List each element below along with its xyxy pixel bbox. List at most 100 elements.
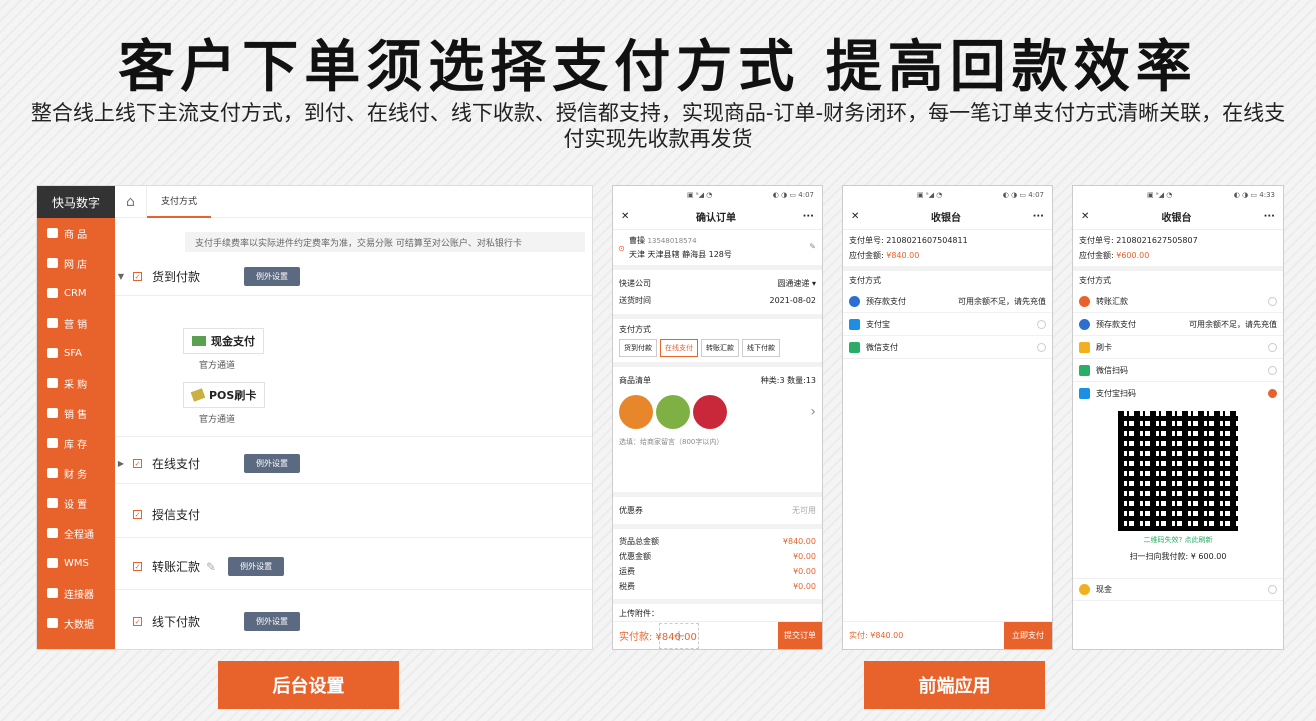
sidebar-item[interactable]: 设 置 <box>37 488 115 518</box>
sidebar-item[interactable]: 库 存 <box>37 428 115 458</box>
method-deposit[interactable]: 预存款支付 可用余额不足，请先充值 <box>843 290 1052 313</box>
method-wechat[interactable]: 微信支付 <box>843 336 1052 359</box>
chip-online[interactable]: 在线支付 <box>660 339 698 357</box>
order-number: 支付单号: 2108021627505807 <box>1079 236 1198 245</box>
screen-title: 确认订单 <box>695 213 736 224</box>
summary-row: 税费 ¥0.00 <box>619 582 816 591</box>
sidebar-item-label: 销 售 <box>64 409 88 421</box>
pay-method-label: 支付方式 <box>619 325 651 334</box>
sidebar-item[interactable]: 网 店 <box>37 248 115 278</box>
method-alipay[interactable]: 支付宝 <box>843 313 1052 336</box>
menu-icon <box>47 558 58 568</box>
summary-row: 优惠金额 ¥0.00 <box>619 552 816 561</box>
menu-icon <box>47 348 58 358</box>
exception-button[interactable]: 例外设置 <box>244 454 300 473</box>
more-icon[interactable]: ··· <box>1033 211 1044 222</box>
location-icon: ⊙ <box>618 244 625 253</box>
alipay-icon <box>1079 388 1090 399</box>
chevron-right-icon[interactable]: › <box>810 404 816 420</box>
group-transfer: ✓ 转账汇款 ✎ 例外设置 <box>115 544 592 590</box>
sidebar-item[interactable]: WMS <box>37 548 115 578</box>
group-label: 转账汇款 <box>152 560 201 574</box>
sidebar-item[interactable]: SFA <box>37 338 115 368</box>
top-bar: ⌂ 支付方式 <box>115 186 592 218</box>
more-icon[interactable]: ··· <box>1264 211 1275 222</box>
menu-icon <box>47 318 58 328</box>
exception-button[interactable]: 例外设置 <box>244 267 300 286</box>
sidebar-item[interactable]: 销 售 <box>37 398 115 428</box>
delivery-date[interactable]: 送货时间 2021-08-02 <box>619 292 816 309</box>
edit-icon[interactable]: ✎ <box>206 560 216 574</box>
total-amount: 实付款: ¥840.00 <box>619 632 697 643</box>
sidebar-item-label: 连接器 <box>64 589 94 601</box>
group-online: ▶ ✓ 在线支付 例外设置 <box>115 444 592 484</box>
exception-button[interactable]: 例外设置 <box>244 611 300 631</box>
close-icon[interactable]: ✕ <box>1081 211 1089 222</box>
sidebar-item-label: 营 销 <box>64 319 88 331</box>
sidebar-item-label: 采 购 <box>64 379 88 391</box>
wechat-icon <box>849 341 860 353</box>
wechat-icon <box>1079 364 1090 376</box>
cash-payment[interactable]: 现金支付 官方通道 <box>183 328 264 371</box>
sidebar-item-label: SFA <box>64 347 83 359</box>
qr-code <box>1118 411 1238 531</box>
sidebar-item-label: CRM <box>64 287 87 299</box>
close-icon[interactable]: ✕ <box>621 211 629 222</box>
status-bar: ▣ ᵃ◢ ◔ ◐ ◑ ▭ 4:33 <box>1147 191 1275 199</box>
sidebar-item[interactable]: 连接器 <box>37 578 115 608</box>
sidebar-item[interactable]: 全程通 <box>37 518 115 548</box>
payment-settings: 支付手续费率以实际进件约定费率为准，交易分账 可结算至对公账户、对私银行卡 ▼ … <box>115 218 592 649</box>
method-wechat-scan[interactable]: 微信扫码 <box>1073 359 1283 382</box>
chip-cod[interactable]: 货到付款 <box>619 339 657 357</box>
chip-transfer[interactable]: 转账汇款 <box>701 339 739 357</box>
menu-icon <box>47 588 58 598</box>
screen-title: 收银台 <box>930 213 961 224</box>
sidebar-item[interactable]: 商 品 <box>37 218 115 248</box>
chevron-right-icon[interactable]: ▶ <box>115 459 127 468</box>
exception-button[interactable]: 例外设置 <box>228 557 285 576</box>
address-card[interactable]: ⊙ 曹操 13548018574 天津 天津县辖 静海县 128号 ✎ <box>613 230 822 270</box>
sidebar-item[interactable]: CRM <box>37 278 115 308</box>
method-transfer[interactable]: 转账汇款 <box>1073 290 1283 313</box>
sidebar-item[interactable]: 营 销 <box>37 308 115 338</box>
method-deposit[interactable]: 预存款支付 可用余额不足，请先充值 <box>1073 313 1283 336</box>
method-card[interactable]: 刷卡 <box>1073 336 1283 359</box>
pos-payment[interactable]: POS刷卡 官方通道 <box>183 382 266 425</box>
checkbox[interactable]: ✓ <box>133 459 142 468</box>
status-bar: ▣ ᵃ◢ ◔ ◐ ◑ ▭ 4:07 <box>687 191 814 199</box>
method-cash[interactable]: 现金 <box>1073 578 1283 601</box>
group-label: 授信支付 <box>152 508 201 522</box>
method-alipay-scan[interactable]: 支付宝扫码 <box>1073 382 1283 405</box>
status-bar: ▣ ᵃ◢ ◔ ◐ ◑ ▭ 4:07 <box>917 191 1044 199</box>
submit-order-button[interactable]: 提交订单 <box>778 621 822 649</box>
chevron-down-icon[interactable]: ▼ <box>115 272 127 281</box>
sidebar-item[interactable]: 财 务 <box>37 458 115 488</box>
goods-count: 种类:3 数量:13 <box>760 376 816 385</box>
close-icon[interactable]: ✕ <box>851 211 859 222</box>
home-icon[interactable]: ⌂ <box>115 186 147 218</box>
menu-icon <box>47 228 58 238</box>
checkbox[interactable]: ✓ <box>133 616 142 626</box>
checkbox[interactable]: ✓ <box>133 510 142 519</box>
alipay-icon <box>849 318 860 330</box>
menu-icon <box>47 378 58 388</box>
pay-now-button[interactable]: 立即支付 <box>1004 621 1052 649</box>
qr-refresh-link[interactable]: 二维码失效? 点此刷新 <box>1073 535 1283 545</box>
sidebar-item[interactable]: 采 购 <box>37 368 115 398</box>
goods-images[interactable]: › <box>619 395 816 429</box>
phone-confirm-order: ▣ ᵃ◢ ◔ ◐ ◑ ▭ 4:07 ✕ 确认订单 ··· ⊙ 曹操 135480185… <box>612 185 823 650</box>
menu-icon <box>47 468 58 478</box>
tab-payment-methods[interactable]: 支付方式 <box>147 186 212 218</box>
sidebar-item[interactable]: 大数据 <box>37 608 115 638</box>
group-offline: ✓ 线下付款 例外设置 <box>115 598 592 644</box>
divider <box>115 436 592 437</box>
shipping-company[interactable]: 快递公司 圆通速递 ▾ <box>619 275 816 292</box>
product-image <box>656 395 690 429</box>
edit-icon[interactable]: ✎ <box>809 242 816 251</box>
chip-offline[interactable]: 线下付款 <box>742 339 780 357</box>
more-icon[interactable]: ··· <box>803 211 814 222</box>
total-amount: 实付: ¥840.00 <box>849 631 904 640</box>
memo-input[interactable]: 选填：给商家留言（800字以内） <box>619 437 816 447</box>
checkbox[interactable]: ✓ <box>133 562 142 571</box>
checkbox[interactable]: ✓ <box>133 272 142 281</box>
